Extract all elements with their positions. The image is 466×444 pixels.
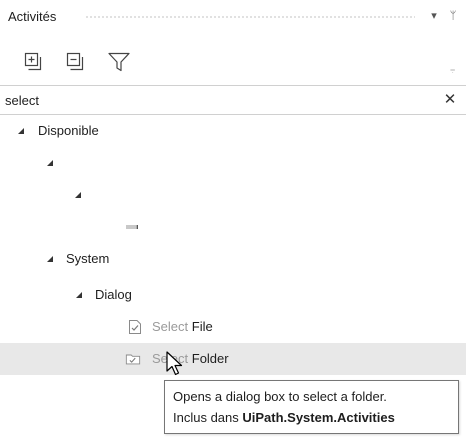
expand-all-icon [24,52,42,71]
pin-icon[interactable]: ᛘ [446,8,460,24]
activity-placeholder-icon [126,225,138,229]
tree-node-label: System [66,251,110,266]
collapse-all-button[interactable] [64,50,90,74]
collapse-all-icon [66,52,84,71]
expanded-triangle-icon[interactable] [46,159,54,167]
activity-select-folder[interactable]: Select Folder [0,343,466,375]
tree-node-label: Dialog [95,287,132,302]
tooltip-description: Opens a dialog box to select a folder. [173,389,387,404]
activity-tooltip: Opens a dialog box to select a folder. I… [164,380,459,434]
tooltip-package-line: Inclus dans UiPath.System.Activities [173,410,395,425]
activity-label-rest: Folder [188,351,229,366]
activity-label-rest: File [188,319,213,334]
search-match-text: Select [152,319,189,334]
panel-dropdown-button[interactable]: ▾ [427,8,441,24]
tree-node-system[interactable]: System [0,243,466,275]
filter-icon [108,52,130,72]
drag-grip[interactable] [85,15,415,20]
panel-title: Activités [8,9,57,24]
tree-node-subcategory[interactable] [0,179,466,211]
select-folder-icon [125,354,141,365]
tree-node-disponible[interactable]: Disponible [0,115,466,147]
tree-node-dialog[interactable]: Dialog [0,279,466,311]
expanded-triangle-icon[interactable] [46,255,54,263]
tree-node-category[interactable] [0,147,466,179]
activity-label: Select Folder [152,351,229,366]
select-file-icon [129,320,141,334]
filter-button[interactable] [106,50,132,74]
tooltip-package-name: UiPath.System.Activities [242,410,395,425]
expanded-triangle-icon[interactable] [74,191,82,199]
tree-node-unnamed-activity[interactable] [0,211,466,243]
activities-panel: Activités ▾ ᛘ ⩦ ✕ [0,0,466,444]
toolbar-overflow-icon[interactable]: ⩦ [450,64,458,74]
expanded-triangle-icon[interactable] [75,291,83,299]
activity-label: Select File [152,319,213,334]
panel-toolbar: ⩦ [0,44,466,80]
search-input[interactable] [5,90,425,110]
search-box: ✕ [0,85,466,115]
tree-node-label: Disponible [38,123,99,138]
clear-search-icon[interactable]: ✕ [442,90,458,110]
mouse-cursor-icon [166,351,183,376]
expand-all-button[interactable] [22,50,48,74]
expanded-triangle-icon[interactable] [17,127,25,135]
activity-select-file[interactable]: Select File [0,311,466,343]
tooltip-package-prefix: Inclus dans [173,410,243,425]
panel-title-bar: Activités ▾ ᛘ [0,0,466,34]
